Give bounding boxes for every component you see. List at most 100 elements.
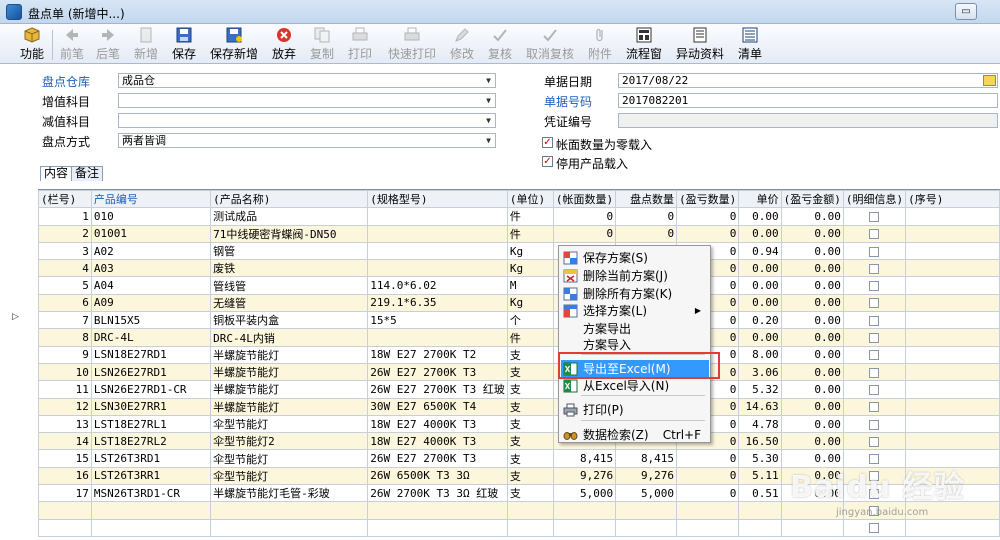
table-cell[interactable]: 1 [38,207,92,226]
table-cell[interactable]: 个 [506,311,554,330]
detail-info-cell[interactable] [842,362,907,382]
table-cell[interactable]: 7 [38,311,92,330]
table-row[interactable]: 9 LSN18E27RD1 半螺旋节能灯 18W E27 2700K T2 支 0 8.00… [38,345,1000,364]
table-cell[interactable]: 10 [38,362,92,382]
toolbar-flow-window-button[interactable]: 流程窗 [622,24,666,64]
detail-info-checkbox[interactable] [869,298,880,309]
table-cell[interactable] [905,518,1000,537]
table-cell[interactable]: 测试成品 [210,207,369,226]
table-cell[interactable]: 支 [506,345,554,364]
table-cell[interactable]: 12 [38,397,92,416]
table-cell[interactable] [367,501,508,520]
detail-info-cell[interactable] [842,432,907,451]
detail-info-cell[interactable] [842,414,907,434]
serial-cell[interactable] [905,345,1000,364]
table-row[interactable]: 7 BLN15X5 铜板平装内盒 15*5 个 0 0.20 0.00 [38,311,1000,330]
toolbar-attachment-button[interactable]: 附件 [584,24,616,64]
table-cell[interactable]: 71中线硬密背蝶阀-DN50 [210,224,369,243]
column-header[interactable]: (产品名称) [210,189,369,209]
toolbar-edit-button[interactable]: 修改 [446,24,478,64]
table-cell[interactable] [367,241,508,261]
toolbar-save-button[interactable]: 保存 [168,24,200,64]
detail-info-checkbox[interactable] [869,229,880,240]
table-cell[interactable]: 5,000 [552,484,617,503]
table-cell[interactable]: 管线管 [210,276,369,295]
table-cell[interactable]: 26W 2700K T3 3Ω 红玻 [367,484,508,503]
table-cell[interactable]: LST26T3RD1 [90,449,212,468]
table-row[interactable]: 11 LSN26E27RD1-CR 半螺旋节能灯 26W E27 2700K T3 红… [38,380,1000,399]
table-cell[interactable]: 半螺旋节能灯 [210,345,369,364]
serial-cell[interactable] [905,362,1000,382]
table-cell[interactable]: 支 [506,362,554,382]
detail-info-cell[interactable] [842,259,907,278]
table-cell[interactable]: 铜板平装内盒 [210,311,369,330]
detail-info-checkbox[interactable] [869,333,880,344]
detail-info-checkbox[interactable] [869,246,880,257]
table-row[interactable]: 8 DRC-4L DRC-4L内销件 0 0.00 0.00 [38,328,1000,347]
table-cell[interactable]: LST18E27RL1 [90,414,212,434]
detail-info-cell[interactable] [842,380,907,399]
column-header[interactable]: (栏号) [38,189,92,209]
table-cell[interactable]: 8,415 [552,449,617,468]
zero-qty-checkbox[interactable]: ✓ [542,137,553,148]
table-cell[interactable] [38,501,92,520]
table-cell[interactable]: 0.00 [780,241,844,261]
table-cell[interactable]: 219.1*6.35 [367,293,508,313]
column-header[interactable]: 单价 [738,189,782,209]
table-cell[interactable]: 114.0*6.02 [367,276,508,295]
table-cell[interactable]: 9,276 [615,466,678,486]
table-cell[interactable] [615,501,678,520]
table-cell[interactable]: 01001 [90,224,212,243]
table-cell[interactable]: 26W 6500K T3 3Ω [367,466,508,486]
table-cell[interactable]: A09 [90,293,212,313]
table-cell[interactable]: 5.32 [738,380,782,399]
table-cell[interactable]: 半螺旋节能灯 [210,362,369,382]
table-cell[interactable]: 6 [38,293,92,313]
table-cell[interactable]: 伞型节能灯2 [210,432,369,451]
table-row[interactable]: 5 A04 管线管 114.0*6.02 M 0 0.00 0.00 [38,276,1000,295]
column-header[interactable]: 盘点数量 [615,189,678,209]
warehouse-select[interactable]: 成品仓 ▼ [118,73,496,88]
table-cell[interactable] [367,328,508,347]
table-row[interactable]: 13 LST18E27RL1 伞型节能灯 18W E27 4000K T3 支 0 4.78… [38,414,1000,434]
table-cell[interactable]: 支 [506,432,554,451]
menu-item[interactable]: 从Excel导入(N) [561,377,709,395]
table-cell[interactable]: 0.00 [780,311,844,330]
serial-cell[interactable] [905,328,1000,347]
table-cell[interactable]: Kg [506,293,554,313]
menu-item[interactable]: 数据检索(Z) Ctrl+F [561,426,709,444]
detail-info-cell[interactable] [842,311,907,330]
table-cell[interactable]: 0 [676,449,740,468]
table-cell[interactable]: 0.94 [738,241,782,261]
table-cell[interactable]: 0 [615,224,678,243]
table-cell[interactable]: LSN26E27RD1-CR [90,380,212,399]
table-cell[interactable]: 0.00 [780,345,844,364]
table-cell[interactable] [780,518,844,537]
table-cell[interactable]: DRC-4L内销 [210,328,369,347]
serial-cell[interactable] [905,224,1000,243]
table-cell[interactable]: 14.63 [738,397,782,416]
toolbar-new-button[interactable]: 新增 [130,24,162,64]
detail-info-checkbox[interactable] [869,315,880,326]
detail-info-cell[interactable] [842,224,907,243]
table-cell[interactable]: 0.00 [780,259,844,278]
column-header[interactable]: (盈亏金额) [780,189,844,209]
number-field[interactable]: 2017082201 [618,93,998,108]
table-cell[interactable]: LST26T3RR1 [90,466,212,486]
table-cell[interactable]: 钢管 [210,241,369,261]
table-cell[interactable]: 18W E27 2700K T2 [367,345,508,364]
table-cell[interactable]: 18W E27 4000K T3 [367,432,508,451]
table-cell[interactable]: 支 [506,380,554,399]
table-cell[interactable]: 30W E27 6500K T4 [367,397,508,416]
table-cell[interactable]: 26W E27 2700K T3 [367,449,508,468]
detail-info-checkbox[interactable] [869,367,880,378]
table-cell[interactable]: 4 [38,259,92,278]
method-select[interactable]: 两者皆调 ▼ [118,133,496,148]
table-cell[interactable]: Kg [506,259,554,278]
table-cell[interactable]: 0 [676,224,740,243]
table-cell[interactable]: A04 [90,276,212,295]
table-cell[interactable] [506,518,554,537]
table-cell[interactable]: 15*5 [367,311,508,330]
table-cell[interactable]: 支 [506,414,554,434]
table-cell[interactable]: MSN26T3RD1-CR [90,484,212,503]
